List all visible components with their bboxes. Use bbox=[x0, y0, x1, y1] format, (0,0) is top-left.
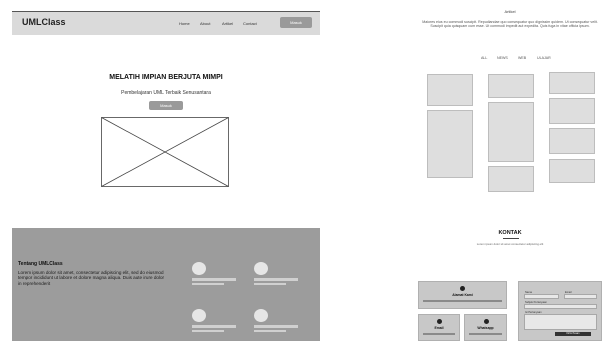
filter-news[interactable]: NEWS bbox=[497, 56, 508, 60]
team-role-placeholder bbox=[192, 283, 224, 285]
brand-logo[interactable]: UMLClass bbox=[22, 17, 66, 27]
avatar bbox=[254, 262, 268, 275]
hero-image-placeholder bbox=[101, 117, 229, 187]
filter-ulajar[interactable]: ULAJAR bbox=[537, 56, 551, 60]
address-label: Alamat Kami bbox=[452, 293, 473, 297]
nav-link-about[interactable]: About bbox=[200, 21, 210, 26]
article-card[interactable] bbox=[427, 110, 473, 178]
article-card[interactable] bbox=[549, 128, 595, 154]
nav-link-home[interactable]: Home bbox=[179, 21, 190, 26]
article-card[interactable] bbox=[549, 72, 595, 94]
address-card: Alamat Kami bbox=[418, 281, 507, 309]
team-name-placeholder bbox=[254, 325, 298, 328]
whatsapp-card: Whatsapp bbox=[464, 314, 507, 341]
contact-divider bbox=[503, 238, 519, 239]
location-icon bbox=[460, 286, 465, 291]
name-field[interactable] bbox=[524, 294, 559, 299]
about-title: Tentang UMLClass bbox=[18, 261, 63, 267]
nav-link-contact[interactable]: Contact bbox=[243, 21, 257, 26]
articles-header: Artikel bbox=[504, 9, 516, 14]
address-text-placeholder bbox=[423, 300, 502, 302]
team-name-placeholder bbox=[192, 278, 236, 281]
navbar: UMLClass Home About Artikel Contact Masu… bbox=[12, 11, 320, 35]
email-card: Email bbox=[418, 314, 460, 341]
article-card[interactable] bbox=[549, 98, 595, 124]
team-role-placeholder bbox=[192, 330, 224, 332]
filter-all[interactable]: ALL bbox=[481, 56, 487, 60]
contact-subtitle: Lorem ipsum dolor sit amet consectetur a… bbox=[476, 242, 544, 246]
article-card[interactable] bbox=[488, 166, 534, 192]
hero-button[interactable]: Masuk bbox=[149, 101, 183, 110]
whatsapp-text-placeholder bbox=[469, 333, 502, 335]
email-icon bbox=[437, 319, 442, 324]
article-card[interactable] bbox=[488, 102, 534, 162]
article-card[interactable] bbox=[549, 159, 595, 183]
submit-button[interactable]: Kirim Pesan bbox=[555, 332, 591, 336]
team-name-placeholder bbox=[254, 278, 298, 281]
about-section: Tentang UMLClass Lorem ipsum dolor sit a… bbox=[12, 228, 320, 341]
whatsapp-label: Whatsapp bbox=[477, 326, 494, 330]
email-field[interactable] bbox=[564, 294, 597, 299]
team-role-placeholder bbox=[254, 330, 286, 332]
hero-title: MELATIH IMPIAN BERJUTA MIMPI bbox=[109, 74, 223, 81]
about-text: Lorem ipsum dolor sit amet, consectetur … bbox=[18, 270, 165, 286]
avatar bbox=[192, 309, 206, 322]
article-card[interactable] bbox=[488, 74, 534, 98]
nav-link-artikel[interactable]: Artikel bbox=[222, 21, 233, 26]
team-name-placeholder bbox=[192, 325, 236, 328]
avatar bbox=[192, 262, 206, 275]
message-field[interactable] bbox=[524, 314, 597, 330]
avatar bbox=[254, 309, 268, 322]
phone-icon bbox=[484, 319, 489, 324]
team-role-placeholder bbox=[254, 283, 286, 285]
contact-title: KONTAK bbox=[498, 230, 522, 236]
email-text-placeholder bbox=[423, 333, 455, 335]
email-label: Email bbox=[434, 326, 444, 330]
login-button[interactable]: Masuk bbox=[280, 17, 312, 28]
contact-form: Nama Email Subjek Pertanyaan Isi Pertany… bbox=[518, 281, 602, 341]
subject-field[interactable] bbox=[524, 304, 597, 309]
hero-subtitle: Pembelajaran UML Terbaik Senusantara bbox=[121, 90, 211, 96]
filter-web[interactable]: WEB bbox=[518, 56, 526, 60]
articles-intro: Maiores eius eu commodi suscipit. Repudi… bbox=[422, 20, 598, 29]
article-card[interactable] bbox=[427, 74, 473, 106]
